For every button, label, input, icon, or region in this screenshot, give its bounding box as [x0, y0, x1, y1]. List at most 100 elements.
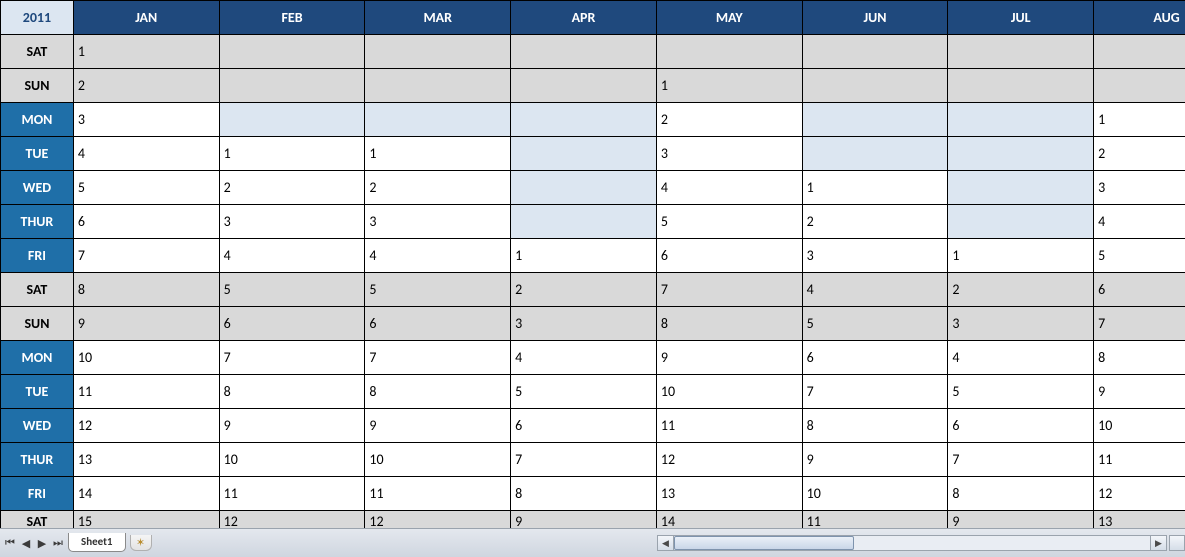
calendar-cell[interactable] — [802, 137, 948, 171]
calendar-cell[interactable] — [219, 69, 365, 103]
calendar-cell[interactable]: 10 — [802, 477, 948, 511]
calendar-cell[interactable]: 2 — [948, 273, 1094, 307]
calendar-cell[interactable]: 13 — [73, 443, 219, 477]
calendar-cell[interactable]: 13 — [656, 477, 802, 511]
day-label[interactable]: FRI — [1, 239, 74, 273]
calendar-cell[interactable]: 3 — [656, 137, 802, 171]
calendar-cell[interactable] — [948, 205, 1094, 239]
calendar-cell[interactable]: 1 — [802, 171, 948, 205]
calendar-cell[interactable] — [219, 103, 365, 137]
calendar-cell[interactable]: 11 — [73, 375, 219, 409]
calendar-cell[interactable] — [511, 103, 657, 137]
calendar-cell[interactable]: 2 — [219, 171, 365, 205]
calendar-cell[interactable]: 5 — [219, 273, 365, 307]
calendar-cell[interactable] — [802, 69, 948, 103]
calendar-cell[interactable]: 7 — [73, 239, 219, 273]
calendar-cell[interactable]: 2 — [1094, 137, 1185, 171]
calendar-cell[interactable]: 9 — [511, 511, 657, 529]
calendar-cell[interactable]: 6 — [73, 205, 219, 239]
calendar-cell[interactable]: 7 — [948, 443, 1094, 477]
calendar-cell[interactable] — [948, 35, 1094, 69]
day-label[interactable]: THUR — [1, 443, 74, 477]
calendar-cell[interactable]: 4 — [73, 137, 219, 171]
calendar-cell[interactable]: 9 — [1094, 375, 1185, 409]
calendar-cell[interactable]: 3 — [511, 307, 657, 341]
calendar-cell[interactable]: 8 — [802, 409, 948, 443]
day-label[interactable]: SAT — [1, 273, 74, 307]
day-label[interactable]: WED — [1, 409, 74, 443]
calendar-cell[interactable]: 11 — [219, 477, 365, 511]
calendar-cell[interactable]: 9 — [73, 307, 219, 341]
calendar-cell[interactable]: 3 — [73, 103, 219, 137]
calendar-cell[interactable]: 11 — [1094, 443, 1185, 477]
calendar-cell[interactable] — [365, 103, 511, 137]
hscroll-thumb[interactable] — [674, 536, 854, 550]
calendar-cell[interactable]: 1 — [73, 35, 219, 69]
calendar-cell[interactable]: 8 — [656, 307, 802, 341]
calendar-cell[interactable] — [365, 35, 511, 69]
day-label[interactable]: SAT — [1, 511, 74, 529]
day-label[interactable]: SUN — [1, 69, 74, 103]
calendar-cell[interactable] — [948, 69, 1094, 103]
calendar-cell[interactable]: 1 — [948, 239, 1094, 273]
calendar-cell[interactable] — [511, 205, 657, 239]
calendar-cell[interactable]: 6 — [511, 409, 657, 443]
calendar-cell[interactable]: 5 — [73, 171, 219, 205]
calendar-cell[interactable]: 4 — [365, 239, 511, 273]
day-label[interactable]: SAT — [1, 35, 74, 69]
day-label[interactable]: MON — [1, 103, 74, 137]
calendar-cell[interactable] — [511, 69, 657, 103]
calendar-cell[interactable]: 7 — [511, 443, 657, 477]
calendar-cell[interactable]: 1 — [365, 137, 511, 171]
calendar-cell[interactable]: 15 — [73, 511, 219, 529]
calendar-cell[interactable]: 3 — [802, 239, 948, 273]
tab-nav-next-icon[interactable]: ▶ — [34, 535, 50, 551]
calendar-cell[interactable]: 2 — [656, 103, 802, 137]
calendar-cell[interactable]: 5 — [511, 375, 657, 409]
month-header-mar[interactable]: MAR — [365, 1, 511, 35]
calendar-cell[interactable]: 12 — [1094, 477, 1185, 511]
day-label[interactable]: TUE — [1, 375, 74, 409]
month-header-jun[interactable]: JUN — [802, 1, 948, 35]
month-header-may[interactable]: MAY — [656, 1, 802, 35]
calendar-cell[interactable]: 8 — [73, 273, 219, 307]
calendar-cell[interactable]: 8 — [511, 477, 657, 511]
calendar-cell[interactable]: 10 — [73, 341, 219, 375]
calendar-cell[interactable]: 11 — [656, 409, 802, 443]
calendar-cell[interactable]: 3 — [365, 205, 511, 239]
calendar-cell[interactable] — [511, 171, 657, 205]
calendar-cell[interactable]: 3 — [219, 205, 365, 239]
calendar-cell[interactable]: 12 — [73, 409, 219, 443]
calendar-cell[interactable]: 9 — [219, 409, 365, 443]
calendar-cell[interactable]: 6 — [948, 409, 1094, 443]
calendar-cell[interactable]: 10 — [1094, 409, 1185, 443]
calendar-cell[interactable]: 14 — [73, 477, 219, 511]
hscroll-track[interactable] — [674, 536, 1150, 550]
calendar-cell[interactable]: 4 — [802, 273, 948, 307]
calendar-cell[interactable]: 8 — [219, 375, 365, 409]
tab-nav-prev-icon[interactable]: ◀ — [18, 535, 34, 551]
calendar-cell[interactable]: 5 — [948, 375, 1094, 409]
calendar-cell[interactable]: 8 — [365, 375, 511, 409]
calendar-cell[interactable]: 5 — [1094, 239, 1185, 273]
calendar-cell[interactable]: 11 — [365, 477, 511, 511]
day-label[interactable]: MON — [1, 341, 74, 375]
calendar-cell[interactable]: 2 — [73, 69, 219, 103]
calendar-cell[interactable]: 8 — [948, 477, 1094, 511]
calendar-cell[interactable] — [948, 171, 1094, 205]
calendar-cell[interactable] — [1094, 35, 1185, 69]
calendar-cell[interactable]: 4 — [219, 239, 365, 273]
calendar-cell[interactable]: 3 — [1094, 171, 1185, 205]
month-header-apr[interactable]: APR — [511, 1, 657, 35]
month-header-jan[interactable]: JAN — [73, 1, 219, 35]
calendar-cell[interactable]: 10 — [656, 375, 802, 409]
new-sheet-button[interactable]: ✶ — [130, 535, 152, 551]
calendar-cell[interactable]: 7 — [219, 341, 365, 375]
calendar-cell[interactable]: 1 — [656, 69, 802, 103]
calendar-cell[interactable] — [511, 35, 657, 69]
calendar-cell[interactable]: 1 — [219, 137, 365, 171]
day-label[interactable]: TUE — [1, 137, 74, 171]
calendar-cell[interactable] — [656, 35, 802, 69]
calendar-cell[interactable]: 4 — [948, 341, 1094, 375]
hscroll-right-button[interactable]: ▶ — [1150, 536, 1166, 550]
